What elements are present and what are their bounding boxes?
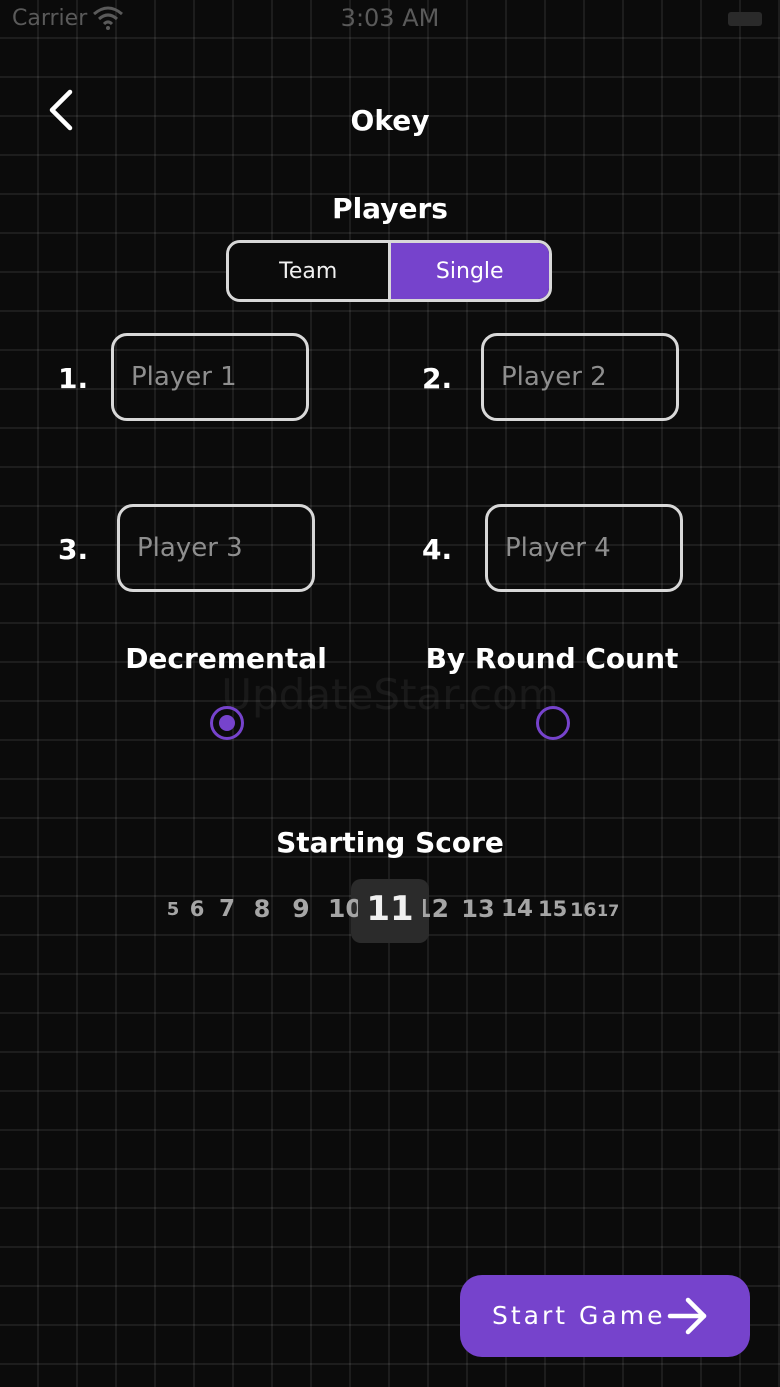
status-time: 3:03 AM: [340, 4, 440, 32]
mode-by-round-count-radio[interactable]: [536, 706, 570, 740]
score-option-5[interactable]: 5: [165, 901, 181, 919]
score-option-6[interactable]: 6: [187, 899, 207, 920]
player-2-input[interactable]: [481, 333, 679, 421]
player-type-toggle: Team Single: [226, 240, 552, 302]
player-4-number: 4.: [422, 533, 453, 566]
arrow-right-icon: [667, 1297, 707, 1335]
score-option-12[interactable]: 12: [423, 896, 449, 921]
mode-decremental-label: Decremental: [125, 642, 327, 675]
score-option-8[interactable]: 8: [250, 897, 274, 921]
battery-icon: [728, 12, 762, 26]
player-3-number: 3.: [58, 533, 89, 566]
player-1-input[interactable]: [111, 333, 309, 421]
watermark: UpdateStar.com: [221, 670, 559, 719]
page-title: Okey: [350, 104, 430, 137]
player-4-input[interactable]: [485, 504, 683, 592]
mode-decremental-radio[interactable]: [210, 706, 244, 740]
score-option-13[interactable]: 13: [461, 897, 495, 921]
player-2-number: 2.: [422, 362, 453, 395]
starting-score-title: Starting Score: [276, 826, 504, 859]
score-option-17[interactable]: 17: [597, 903, 619, 919]
players-title: Players: [332, 192, 448, 225]
mode-by-round-count-label: By Round Count: [425, 642, 679, 675]
player-1-number: 1.: [58, 362, 89, 395]
tab-team[interactable]: Team: [229, 243, 388, 299]
player-3-input[interactable]: [117, 504, 315, 592]
start-game-label: Start Game: [492, 1301, 666, 1330]
score-option-15[interactable]: 15: [538, 899, 567, 920]
score-option-7[interactable]: 7: [216, 898, 238, 921]
score-option-16[interactable]: 16: [570, 901, 596, 920]
score-option-14[interactable]: 14: [501, 898, 533, 921]
radio-selected-dot: [219, 715, 235, 731]
score-option-11-selected[interactable]: 11: [351, 892, 429, 926]
tab-single[interactable]: Single: [387, 243, 549, 299]
score-option-9[interactable]: 9: [289, 896, 313, 921]
start-game-button[interactable]: Start Game: [460, 1275, 750, 1357]
